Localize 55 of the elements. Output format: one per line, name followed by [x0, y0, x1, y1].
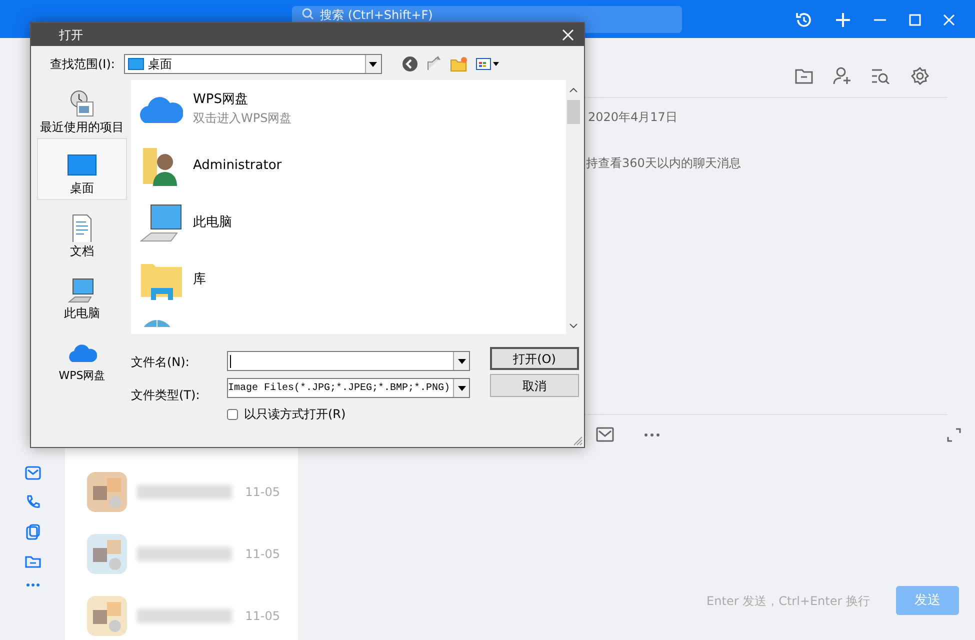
chat-time: 11-05: [245, 484, 280, 501]
plus-icon[interactable]: [835, 12, 851, 28]
history-icon[interactable]: [795, 11, 813, 29]
close-icon[interactable]: [943, 14, 955, 26]
place-item[interactable]: 最近使用的项目: [37, 80, 127, 138]
place-item[interactable]: 此电脑: [37, 262, 127, 324]
place-item[interactable]: WPS网盘: [37, 324, 127, 385]
back-icon[interactable]: [402, 56, 418, 72]
chat-time: 11-05: [245, 546, 280, 563]
more-icon[interactable]: [24, 582, 40, 588]
phone-icon[interactable]: [24, 494, 40, 510]
file-name-field[interactable]: [227, 351, 470, 371]
chat-time: 11-05: [245, 608, 280, 625]
search-list-icon[interactable]: [871, 68, 891, 84]
caret-icon[interactable]: [458, 358, 466, 364]
file-subtitle: 双击进入WPS网盘: [193, 110, 292, 128]
dialog-title: 打开: [59, 26, 83, 44]
look-in-value: 桌面: [148, 56, 172, 73]
mail-icon[interactable]: [596, 427, 614, 442]
new-folder-icon[interactable]: [450, 56, 468, 72]
resize-grip-icon[interactable]: [573, 436, 583, 446]
input-hint: Enter 发送，Ctrl+Enter 换行: [706, 592, 870, 610]
file-name: 此电脑: [193, 214, 232, 232]
desktop-icon: [128, 58, 144, 70]
place-item[interactable]: 桌面: [37, 138, 127, 200]
caret-icon[interactable]: [458, 386, 466, 390]
document-icon[interactable]: [24, 524, 40, 540]
file-name: Administrator: [193, 156, 282, 175]
maximize-icon[interactable]: [909, 14, 921, 26]
file-type-dropdown[interactable]: Image Files(*.JPG;*.JPEG;*.BMP;*.PNG): [227, 378, 470, 398]
notice-text: 持查看360天以内的聊天消息: [586, 155, 742, 172]
read-only-checkbox[interactable]: [227, 408, 238, 420]
file-name: WPS网盘: [193, 90, 249, 109]
scroll-thumb[interactable]: [567, 100, 580, 124]
file-name: 库: [193, 270, 206, 289]
more-icon[interactable]: [644, 432, 660, 436]
cancel-button[interactable]: 取消: [490, 374, 579, 397]
settings-icon[interactable]: [911, 67, 929, 85]
caret-icon[interactable]: [369, 62, 378, 66]
look-in-dropdown[interactable]: 桌面: [124, 54, 382, 74]
expand-icon[interactable]: [947, 428, 961, 442]
open-button[interactable]: 打开(O): [490, 347, 579, 370]
search-icon: [302, 8, 314, 20]
read-only-label: 以只读方式打开(R): [244, 406, 346, 423]
file-type-label: 文件类型(T):: [131, 387, 201, 404]
view-menu-icon[interactable]: [476, 57, 500, 71]
add-contact-icon[interactable]: [833, 67, 851, 85]
close-icon[interactable]: [562, 28, 574, 40]
folder-icon[interactable]: [24, 554, 40, 568]
date-label: 2020年4月17日: [588, 109, 678, 126]
place-item[interactable]: 文档: [37, 200, 127, 262]
file-name-label: 文件名(N):: [131, 354, 190, 371]
mail-icon[interactable]: [24, 466, 40, 480]
look-in-label: 查找范围(I):: [50, 56, 115, 73]
folder-icon[interactable]: [795, 68, 813, 84]
